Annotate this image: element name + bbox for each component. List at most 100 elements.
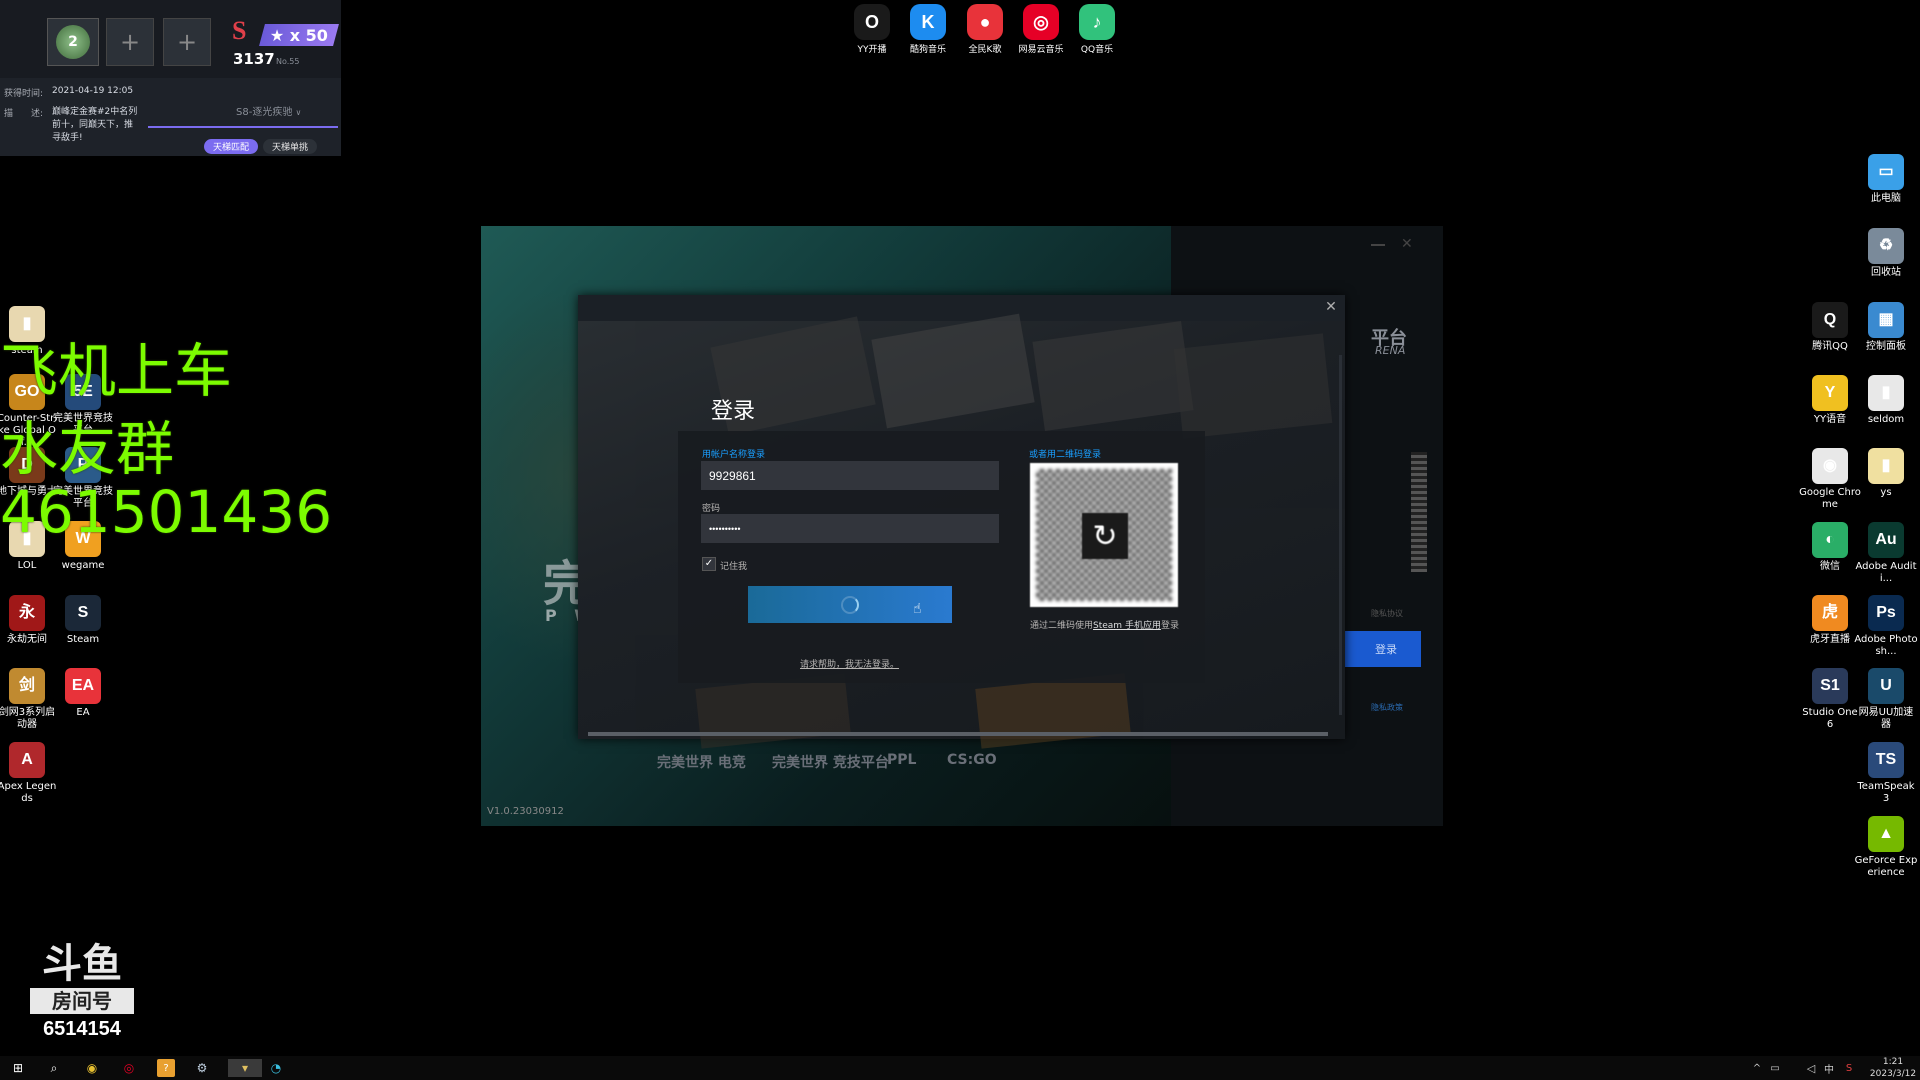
desktop-shortcut[interactable]: ▮ seldom xyxy=(1854,375,1918,426)
tab-ladder-match[interactable]: 天梯匹配 xyxy=(204,139,258,154)
obtained-label: 获得时间: xyxy=(4,89,44,99)
score-icon: S xyxy=(232,16,247,45)
bg-tile xyxy=(695,673,851,749)
remember-checkbox[interactable]: ✓ xyxy=(702,557,716,571)
loading-spinner-icon xyxy=(841,595,859,614)
netease-music-icon[interactable]: ◎ xyxy=(120,1059,138,1077)
shortcut-label: Google Chrome xyxy=(1799,487,1861,510)
bg-tile xyxy=(1173,333,1333,439)
desktop-shortcut[interactable]: U 网易UU加速器 xyxy=(1854,668,1918,731)
help-link[interactable]: 请求帮助，我无法登录。 xyxy=(800,657,899,670)
desktop-shortcut[interactable]: EA EA xyxy=(51,668,115,719)
plus-icon: + xyxy=(119,28,141,56)
bg-tile xyxy=(975,673,1131,749)
windows-taskbar: ⊞ ⌕ ◉ ◎ ? ⚙ ▾ ◔ ^ ▭ ◁ 中 S 1:21 2023/3/12 xyxy=(0,1056,1920,1080)
launcher-taskbar-icon[interactable]: ▾ xyxy=(228,1059,262,1077)
desktop-shortcut[interactable]: ▲ GeForce Experience xyxy=(1854,816,1918,879)
desktop-shortcut[interactable]: Ps Adobe Photosh... xyxy=(1854,595,1918,658)
tab-ladder-solo[interactable]: 天梯单挑 xyxy=(263,139,317,154)
dialog-scrollbar[interactable] xyxy=(588,732,1328,736)
top-shortcut[interactable]: K 酷狗音乐 xyxy=(901,4,955,55)
shortcut-label: EA xyxy=(76,707,90,718)
help-icon[interactable]: ? xyxy=(157,1059,175,1077)
desktop-shortcut[interactable]: Au Adobe Auditi... xyxy=(1854,522,1918,585)
shortcut-label: wegame xyxy=(61,560,105,571)
desktop-shortcut[interactable]: Q 腾讯QQ xyxy=(1798,302,1862,353)
shortcut-label: 虎牙直播 xyxy=(1810,634,1850,645)
remember-label: 记住我 xyxy=(720,562,748,572)
desktop-shortcut[interactable]: ▭ 此电脑 xyxy=(1854,154,1918,205)
clock[interactable]: 1:21 2023/3/12 xyxy=(1868,1056,1918,1080)
shortcut-label: 网易云音乐 xyxy=(1018,45,1064,55)
desc-value: 巅峰定金赛#2中名列前十，同巅天下，推寻敌手! xyxy=(52,107,138,143)
add-slot-button[interactable]: + xyxy=(163,18,211,66)
desktop-shortcut[interactable]: Y YY语音 xyxy=(1798,375,1862,426)
shortcut-label: QQ音乐 xyxy=(1080,45,1114,55)
app-icon: Y xyxy=(1812,375,1848,411)
steam-app-link[interactable]: Steam 手机应用 xyxy=(1093,621,1161,631)
desktop-shortcut[interactable]: ◉ Google Chrome xyxy=(1798,448,1862,511)
app-icon: ▮ xyxy=(1868,375,1904,411)
rank-badge-icon: 2 xyxy=(56,25,90,59)
top-shortcut[interactable]: ♪ QQ音乐 xyxy=(1070,4,1124,55)
volume-icon[interactable]: ◁ xyxy=(1802,1059,1820,1077)
room-label: 房间号 xyxy=(30,988,134,1014)
app-icon: S xyxy=(65,595,101,631)
uu-icon[interactable]: ◔ xyxy=(267,1059,285,1077)
shortcut-label: 全民K歌 xyxy=(968,45,1002,55)
window-close-button[interactable]: ✕ xyxy=(1401,236,1413,252)
app-icon: Q xyxy=(1812,302,1848,338)
partner-logo: 完美世界 竞技平台 xyxy=(772,755,889,771)
clock-date: 2023/3/12 xyxy=(1869,1069,1917,1079)
rank-badge-slot[interactable]: 2 xyxy=(47,18,99,66)
app-icon: ♻ xyxy=(1868,228,1904,264)
chrome-icon[interactable]: ◉ xyxy=(83,1059,101,1077)
desktop-shortcut[interactable]: TS TeamSpeak 3 xyxy=(1854,742,1918,805)
network-icon[interactable]: ▭ xyxy=(1766,1059,1784,1077)
app-icon: ♪ xyxy=(1079,4,1115,40)
windows-start-icon[interactable]: ⊞ xyxy=(9,1059,27,1077)
add-slot-button[interactable]: + xyxy=(106,18,154,66)
room-number: 6514154 xyxy=(43,1018,121,1040)
top-shortcut[interactable]: ● 全民K歌 xyxy=(958,4,1012,55)
qr-refresh-button[interactable]: ↻ xyxy=(1082,513,1128,559)
desktop-shortcut[interactable]: A Apex Legends xyxy=(0,742,59,805)
tray-chevron-icon[interactable]: ^ xyxy=(1748,1059,1766,1077)
partner-logo: CS:GO xyxy=(947,752,997,768)
desktop-shortcut[interactable]: ▮ ys xyxy=(1854,448,1918,499)
season-dropdown[interactable]: S8-逐光疾驰 ∨ xyxy=(236,103,301,118)
cursor-hand-icon: ☝ xyxy=(913,601,922,617)
antivirus-icon[interactable]: S xyxy=(1840,1059,1858,1077)
dialog-close-button[interactable]: ✕ xyxy=(1322,299,1340,317)
shortcut-label: YY开播 xyxy=(857,45,887,55)
top-shortcut[interactable]: ◎ 网易云音乐 xyxy=(1014,4,1068,55)
side-qr-placeholder xyxy=(1411,452,1427,572)
password-input[interactable]: •••••••••• xyxy=(701,514,999,543)
steam-icon[interactable]: ⚙ xyxy=(193,1059,211,1077)
promo-line-1: 飞机上车 xyxy=(0,337,233,405)
dialog-vscroll[interactable] xyxy=(1339,355,1342,715)
username-input[interactable]: 9929861 xyxy=(701,461,999,490)
side-small-text: 隐私协议 xyxy=(1371,609,1403,618)
top-shortcut[interactable]: O YY开播 xyxy=(845,4,899,55)
desktop-shortcut[interactable]: S1 Studio One 6 xyxy=(1798,668,1862,731)
shortcut-label: 回收站 xyxy=(1871,267,1901,278)
desktop-shortcut[interactable]: S Steam xyxy=(51,595,115,646)
room-badge: 斗鱼 房间号 6514154 xyxy=(30,944,134,1048)
desktop-shortcut[interactable]: ◐ 微信 xyxy=(1798,522,1862,573)
window-minimize-button[interactable] xyxy=(1371,244,1385,246)
ime-indicator[interactable]: 中 xyxy=(1820,1059,1838,1077)
app-icon: ◉ xyxy=(1812,448,1848,484)
desktop-shortcut[interactable]: ♻ 回收站 xyxy=(1854,228,1918,279)
search-icon[interactable]: ⌕ xyxy=(45,1059,63,1077)
app-icon: Au xyxy=(1868,522,1904,558)
account-label: 用帐户名称登录 xyxy=(702,450,766,460)
desktop-shortcut[interactable]: 虎虎牙直播 xyxy=(1798,595,1862,646)
desktop-shortcut[interactable]: ▦ 控制面板 xyxy=(1854,302,1918,353)
app-icon: ▦ xyxy=(1868,302,1904,338)
app-icon: ◐ xyxy=(1812,522,1848,558)
desc-label: 描 述: xyxy=(4,109,44,119)
side-privacy-link[interactable]: 隐私政策 xyxy=(1371,702,1403,713)
app-icon: O xyxy=(854,4,890,40)
shortcut-label: Adobe Photosh... xyxy=(1854,634,1918,657)
